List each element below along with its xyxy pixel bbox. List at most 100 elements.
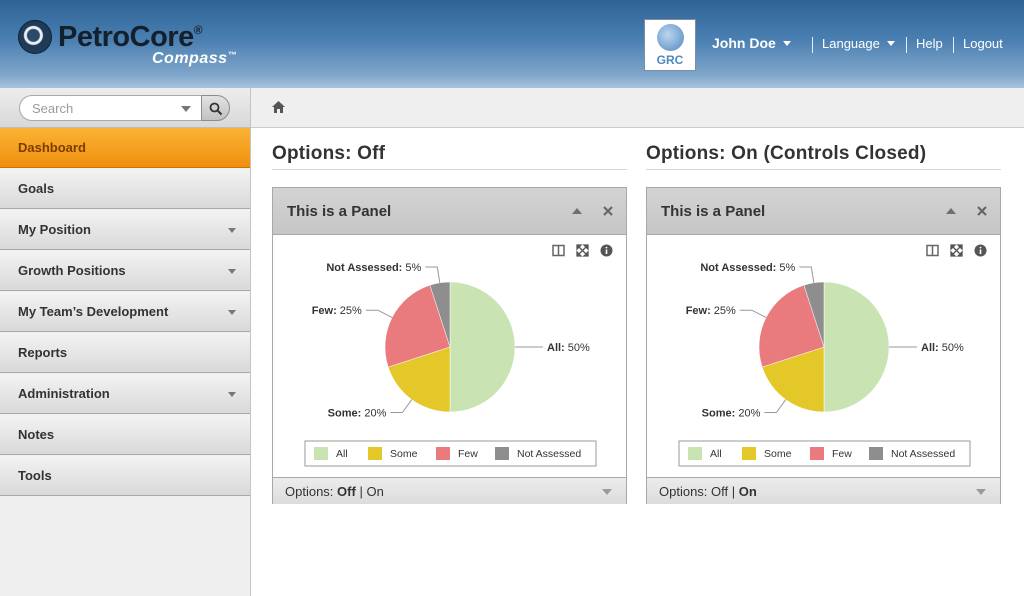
footer-options-label: Options:	[659, 484, 708, 499]
options-off-toggle[interactable]: Off	[337, 484, 356, 499]
legend-swatch	[368, 447, 382, 460]
sidebar-item-label: Growth Positions	[18, 263, 126, 278]
language-menu[interactable]: Language	[822, 36, 895, 51]
collapse-icon[interactable]	[572, 208, 582, 214]
grc-badge[interactable]: GRC	[644, 19, 696, 71]
sidebar-item-label: My Position	[18, 222, 91, 237]
sidebar-item-tools[interactable]: Tools	[0, 456, 250, 496]
footer-options-label: Options:	[285, 484, 334, 499]
panel-options-off: This is a Panel All: 50% Some: 20% Few: 25…	[272, 187, 627, 504]
sidebar-item-goals[interactable]: Goals	[0, 169, 250, 209]
pie-data-label: Not Assessed: 5%	[700, 262, 795, 274]
chart-legend: All Some Few Not Assessed	[304, 440, 597, 467]
pie-chart: All: 50% Some: 20% Few: 25% Not Assessed: 5…	[304, 262, 597, 467]
panel-body: All: 50% Some: 20% Few: 25% Not Assessed: 5…	[647, 236, 1000, 476]
footer-separator: |	[731, 484, 736, 499]
chevron-down-icon	[886, 41, 895, 47]
panel-footer: Options: Off | On	[647, 477, 1000, 504]
panel-title: This is a Panel	[287, 203, 392, 220]
sidebar-item-reports[interactable]: Reports	[0, 333, 250, 373]
pie-data-label: Some: 20%	[702, 408, 761, 420]
pie-leader-line	[425, 266, 441, 283]
collapse-icon[interactable]	[946, 208, 956, 214]
chart-legend: All Some Few Not Assessed	[678, 440, 971, 467]
brand-name: PetroCore	[58, 21, 194, 53]
sidebar-item-label: Reports	[18, 345, 68, 360]
logout-link[interactable]: Logout	[963, 36, 1003, 51]
pie-leader-line	[764, 399, 787, 414]
legend-label[interactable]: All	[336, 448, 348, 460]
pie-slice-all[interactable]	[823, 281, 890, 413]
legend-swatch	[742, 447, 756, 460]
panel-header: This is a Panel	[647, 188, 1000, 235]
panel-options-on: This is a Panel All: 50% Some: 20% Few: 25…	[646, 187, 1001, 504]
globe-icon	[657, 24, 684, 51]
nav-divider	[812, 37, 813, 53]
close-icon[interactable]	[976, 205, 988, 217]
language-label: Language	[822, 36, 880, 51]
chevron-down-icon	[228, 228, 236, 233]
nav-divider	[953, 37, 954, 53]
section-title-options-off: Options: Off	[272, 143, 386, 164]
panel-footer: Options: Off | On	[273, 477, 626, 504]
pie-data-label: Not Assessed: 5%	[326, 262, 421, 274]
home-icon[interactable]	[271, 100, 286, 114]
search-input[interactable]	[32, 100, 177, 116]
search-bar	[0, 88, 250, 128]
section-divider	[272, 169, 627, 170]
section-title-options-on: Options: On (Controls Closed)	[646, 143, 927, 164]
pie-leader-line	[390, 399, 413, 414]
legend-swatch	[436, 447, 450, 460]
sidebar-item-growth-positions[interactable]: Growth Positions	[0, 251, 250, 291]
search-dropdown-icon[interactable]	[181, 106, 191, 112]
legend-label[interactable]: All	[710, 448, 722, 460]
sidebar-item-administration[interactable]: Administration	[0, 374, 250, 414]
pie-data-label: Few: 25%	[312, 305, 362, 317]
user-menu[interactable]: John Doe	[712, 35, 791, 51]
legend-label[interactable]: Some	[390, 448, 418, 460]
legend-swatch	[688, 447, 702, 460]
sidebar-item-notes[interactable]: Notes	[0, 415, 250, 455]
sidebar-item-label: Administration	[18, 386, 110, 401]
sidebar-item-dashboard[interactable]: Dashboard	[0, 128, 250, 168]
legend-label[interactable]: Few	[458, 448, 478, 460]
options-off-toggle[interactable]: Off	[711, 484, 728, 499]
search-box	[19, 95, 202, 121]
sidebar-item-label: My Team’s Development	[18, 304, 169, 319]
legend-label[interactable]: Not Assessed	[891, 448, 955, 460]
petrocore-logo[interactable]: PetroCore® Compass™	[18, 18, 288, 73]
panel-title: This is a Panel	[661, 203, 766, 220]
panel-body: All: 50% Some: 20% Few: 25% Not Assessed: 5…	[273, 236, 626, 476]
options-on-toggle[interactable]: On	[366, 484, 383, 499]
chevron-down-icon[interactable]	[976, 489, 986, 495]
brand-tm-mark: ™	[227, 50, 238, 60]
sidebar-item-label: Goals	[18, 181, 55, 196]
pie-leader-line	[799, 266, 815, 283]
pie-data-label: Few: 25%	[686, 305, 736, 317]
chevron-down-icon[interactable]	[602, 489, 612, 495]
search-button[interactable]	[201, 95, 230, 121]
options-on-toggle[interactable]: On	[739, 484, 757, 499]
help-link[interactable]: Help	[916, 36, 943, 51]
pie-leader-line	[365, 309, 393, 318]
sidebar-item-label: Notes	[18, 427, 55, 442]
sidebar-item-my-position[interactable]: My Position	[0, 210, 250, 250]
pie-slice-all[interactable]	[449, 281, 516, 413]
app-header: PetroCore® Compass™ GRC John Doe Languag…	[0, 0, 1024, 88]
section-divider	[646, 169, 1001, 170]
sidebar-item-label: Dashboard	[18, 140, 86, 155]
legend-swatch	[810, 447, 824, 460]
sidebar: Dashboard Goals My Position Growth Position…	[0, 88, 251, 596]
brand-reg-mark: ®	[193, 23, 203, 37]
close-icon[interactable]	[602, 205, 614, 217]
sidebar-item-my-team-s-development[interactable]: My Team’s Development	[0, 292, 250, 332]
grc-label: GRC	[656, 53, 684, 67]
legend-label[interactable]: Not Assessed	[517, 448, 581, 460]
pie-data-label: All: 50%	[547, 342, 590, 354]
pie-leader-line	[739, 309, 767, 318]
legend-label[interactable]: Few	[832, 448, 852, 460]
panel-header: This is a Panel	[273, 188, 626, 235]
legend-label[interactable]: Some	[764, 448, 792, 460]
legend-swatch	[495, 447, 509, 460]
pie-data-label: All: 50%	[921, 342, 964, 354]
